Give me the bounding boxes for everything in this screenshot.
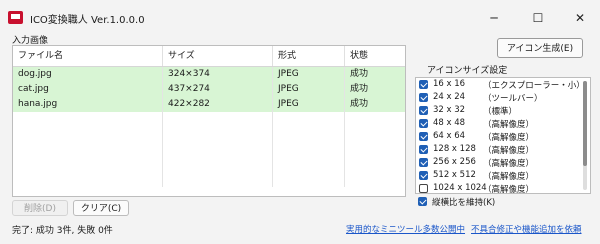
file-name: hana.jpg (13, 97, 163, 112)
keep-aspect-label: 縦横比を維持(K) (432, 198, 496, 208)
size-value: 1024 x 1024 (433, 183, 487, 193)
file-size: 422×282 (163, 97, 273, 112)
maximize-button[interactable]: ☐ (518, 0, 558, 36)
table-row[interactable]: dog.jpg 324×374 JPEG 成功 (13, 67, 405, 82)
size-value: 256 x 256 (433, 157, 476, 167)
file-size: 324×374 (163, 67, 273, 82)
size-description: （高解像度） (483, 120, 535, 130)
size-option-24[interactable]: 24 x 24 （ツールバー） (419, 92, 569, 105)
size-value: 32 x 32 (433, 105, 466, 115)
size-description: （ツールバー） (483, 94, 543, 104)
size-option-16[interactable]: 16 x 16 （エクスプローラー・小） (419, 79, 585, 92)
size-option-1024[interactable]: 1024 x 1024 （高解像度） (419, 183, 569, 194)
size-description: （高解像度） (483, 133, 535, 143)
empty-row (13, 157, 405, 172)
empty-row (13, 172, 405, 187)
checkbox-checked-icon[interactable] (419, 158, 428, 167)
checkbox-checked-icon[interactable] (419, 80, 428, 89)
size-option-128[interactable]: 128 x 128 （高解像度） (419, 144, 569, 157)
size-value: 512 x 512 (433, 170, 476, 180)
file-list-header: ファイル名 サイズ 形式 状態 (13, 46, 405, 67)
table-row[interactable]: hana.jpg 422×282 JPEG 成功 (13, 97, 405, 112)
file-list[interactable]: ファイル名 サイズ 形式 状態 dog.jpg 324×374 JPEG 成功 … (12, 45, 406, 197)
minimize-button[interactable]: ─ (474, 0, 514, 36)
size-description: （エクスプローラー・小） (483, 81, 585, 91)
scrollbar-thumb[interactable] (583, 81, 587, 166)
size-value: 48 x 48 (433, 118, 466, 128)
size-value: 16 x 16 (433, 79, 466, 89)
keep-aspect-option[interactable]: 縦横比を維持(K) (418, 196, 598, 208)
status-text: 完了: 成功 3件, 失敗 0件 (12, 226, 113, 236)
close-button[interactable]: ✕ (560, 0, 600, 36)
request-link[interactable]: 不具合修正や機能追加を依頼 (471, 223, 582, 235)
checkbox-checked-icon[interactable] (419, 106, 428, 115)
file-status: 成功 (350, 84, 369, 94)
settings-group-label: アイコンサイズ設定 (425, 63, 510, 76)
file-format: JPEG (273, 67, 345, 82)
size-option-256[interactable]: 256 x 256 （高解像度） (419, 157, 569, 170)
window-title: ICO変換職人 Ver.1.0.0.0 (30, 15, 145, 26)
empty-row (13, 112, 405, 127)
size-description: （高解像度） (483, 146, 535, 156)
checkbox-checked-icon[interactable] (419, 119, 428, 128)
checkbox-checked-icon[interactable] (418, 197, 427, 206)
tools-link[interactable]: 実用的なミニツール多数公開中 (346, 223, 465, 235)
file-size: 437×274 (163, 82, 273, 97)
size-description: （高解像度） (483, 172, 535, 182)
column-header-filename[interactable]: ファイル名 (13, 46, 163, 66)
icon-size-list[interactable]: 16 x 16 （エクスプローラー・小） 24 x 24 （ツールバー） 32 … (415, 77, 591, 194)
file-status: 成功 (350, 69, 369, 79)
file-format: JPEG (273, 97, 345, 112)
checkbox-checked-icon[interactable] (419, 132, 428, 141)
size-value: 64 x 64 (433, 131, 466, 141)
size-option-32[interactable]: 32 x 32 （標準） (419, 105, 569, 118)
table-row[interactable]: cat.jpg 437×274 JPEG 成功 (13, 82, 405, 97)
size-description: （高解像度） (483, 159, 535, 169)
size-option-64[interactable]: 64 x 64 （高解像度） (419, 131, 569, 144)
file-status: 成功 (350, 99, 369, 109)
generate-icon-button[interactable]: アイコン生成(E) (497, 38, 583, 58)
delete-button[interactable]: 削除(D) (12, 200, 68, 216)
size-description: （高解像度） (483, 185, 535, 194)
empty-row (13, 142, 405, 157)
file-name: cat.jpg (13, 82, 163, 97)
file-format: JPEG (273, 82, 345, 97)
size-value: 128 x 128 (433, 144, 476, 154)
size-value: 24 x 24 (433, 92, 466, 102)
checkbox-checked-icon[interactable] (419, 145, 428, 154)
size-description: （標準） (483, 107, 518, 117)
empty-row (13, 127, 405, 142)
file-name: dog.jpg (13, 67, 163, 82)
title-bar: ICO変換職人 Ver.1.0.0.0 ─ ☐ ✕ (0, 0, 600, 36)
app-icon (8, 11, 23, 24)
checkbox-checked-icon[interactable] (419, 171, 428, 180)
checkbox-checked-icon[interactable] (419, 93, 428, 102)
scrollbar[interactable] (583, 81, 587, 190)
clear-button[interactable]: クリア(C) (73, 200, 129, 216)
status-bar: 完了: 成功 3件, 失敗 0件 実用的なミニツール多数公開中 不具合修正や機能… (0, 216, 600, 244)
size-option-512[interactable]: 512 x 512 （高解像度） (419, 170, 569, 183)
column-header-size[interactable]: サイズ (163, 46, 273, 66)
column-header-status[interactable]: 状態 (345, 46, 405, 66)
column-header-format[interactable]: 形式 (273, 46, 345, 66)
size-option-48[interactable]: 48 x 48 （高解像度） (419, 118, 569, 131)
checkbox-unchecked-icon[interactable] (419, 184, 428, 193)
